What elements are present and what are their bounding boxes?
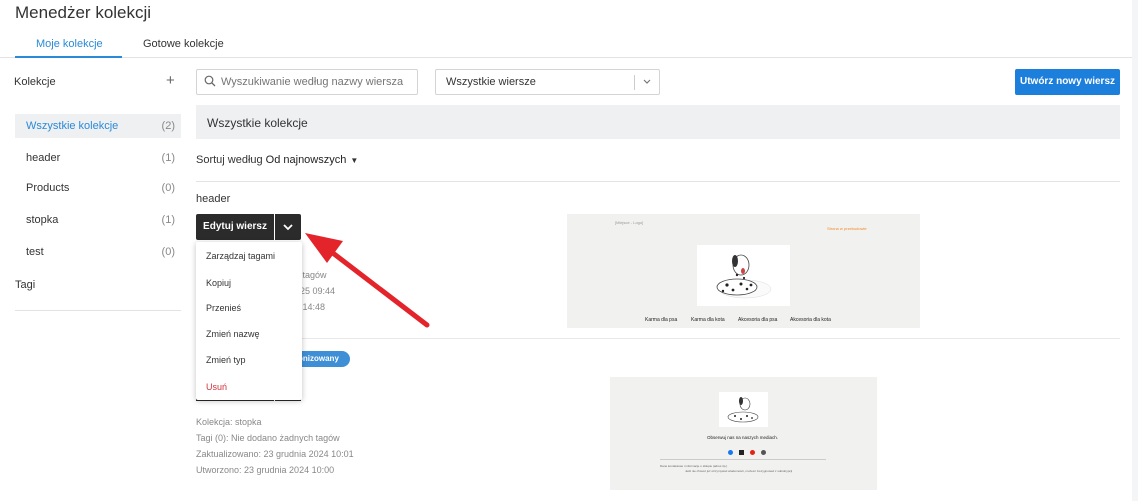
- chevron-down-icon: [643, 79, 651, 84]
- preview-nav-item: Karma dla kota: [691, 317, 725, 323]
- sort-label: Sortuj według: [196, 154, 263, 166]
- sidebar-item-wszystkie[interactable]: Wszystkie kolekcje (2): [15, 114, 181, 138]
- sidebar-item-label: header: [26, 152, 61, 164]
- sidebar-item-stopka[interactable]: stopka (1): [15, 208, 181, 232]
- sidebar-item-label: stopka: [26, 214, 59, 226]
- sort-value[interactable]: Od najnowszych: [266, 154, 347, 166]
- active-tab-indicator: [15, 56, 122, 58]
- youtube-icon: [750, 450, 755, 455]
- preview-divider: [660, 459, 826, 460]
- create-row-button[interactable]: Utwórz nowy wiersz: [1015, 69, 1120, 95]
- dalmatian-image: [697, 245, 790, 306]
- search-input[interactable]: [221, 74, 413, 90]
- page-title: Menedżer kolekcji: [15, 3, 152, 22]
- tab-bar: Moje kolekcje Gotowe kolekcje: [0, 34, 1132, 58]
- row-meta-tags: Tagi (0): Nie dodano żadnych tagów: [196, 433, 340, 443]
- preview-nav-item: Akcesoria dla kota: [790, 317, 831, 323]
- select-separator: [634, 75, 635, 90]
- sidebar-item-count: (0): [161, 182, 175, 194]
- preview-nav-item: Akcesoria dla psa: [738, 317, 778, 323]
- sidebar-item-header[interactable]: header (1): [15, 146, 181, 170]
- preview-footer-contact: Dane kontaktowe i informacje o sklepie (…: [660, 464, 728, 468]
- sidebar-item-products[interactable]: Products (0): [15, 176, 181, 200]
- main-panel: Menedżer kolekcji Moje kolekcje Gotowe k…: [0, 0, 1132, 501]
- instagram-icon: [761, 450, 766, 455]
- search-icon: [204, 75, 216, 87]
- collection-header-title: Wszystkie kolekcje: [207, 116, 308, 130]
- sidebar-item-label: test: [26, 246, 44, 258]
- row-meta-collection: Kolekcja: stopka: [196, 417, 262, 427]
- row-title: header: [196, 193, 231, 205]
- divider: [196, 181, 1120, 182]
- sidebar-item-count: (0): [161, 246, 175, 258]
- row-meta-created: Utworzono: 23 grudnia 2024 10:00: [196, 465, 335, 475]
- tab-moje-kolekcje[interactable]: Moje kolekcje: [36, 38, 103, 50]
- menu-item-rename[interactable]: Zmień nazwę: [206, 329, 260, 339]
- menu-item-move[interactable]: Przenieś: [206, 303, 241, 313]
- menu-item-copy[interactable]: Kopiuj: [206, 278, 231, 288]
- sidebar-item-count: (2): [161, 120, 175, 132]
- chevron-down-icon: [283, 224, 293, 231]
- menu-item-manage-tags[interactable]: Zarządzaj tagami: [206, 251, 275, 261]
- sidebar-item-test[interactable]: test (0): [15, 240, 181, 264]
- sidebar-item-count: (1): [161, 152, 175, 164]
- preview-footer-unsubscribe: Jeśli nie chcesz już otrzymywać wiadomoś…: [685, 469, 793, 473]
- collection-header: Wszystkie kolekcje: [196, 105, 1120, 139]
- sidebar-divider: [15, 310, 181, 311]
- x-icon: [739, 450, 744, 455]
- edit-row-button[interactable]: Edytuj wiersz: [196, 214, 274, 240]
- row-meta-updated: Zaktualizowano: 23 grudnia 2024 10:01: [196, 449, 354, 459]
- sidebar-item-label: Wszystkie kolekcje: [26, 120, 119, 132]
- plus-icon[interactable]: +: [166, 72, 175, 89]
- sidebar-item-count: (1): [161, 214, 175, 226]
- divider: [196, 338, 1120, 339]
- preview-logo-text: [Miejsce - Logo]: [615, 220, 644, 225]
- preview-nav-item: Karma dla psa: [645, 317, 678, 323]
- menu-item-delete[interactable]: Usuń: [206, 382, 227, 392]
- edit-row-menu-toggle[interactable]: [275, 214, 301, 240]
- sidebar-title: Kolekcje: [14, 76, 56, 88]
- search-box[interactable]: [196, 69, 418, 95]
- row-preview-header[interactable]: [Miejsce - Logo] Strona w przebudowie Ka…: [567, 214, 920, 328]
- caret-down-icon: ▼: [350, 156, 359, 165]
- tab-gotowe-kolekcje[interactable]: Gotowe kolekcje: [143, 38, 224, 50]
- sort-control[interactable]: Sortuj według Od najnowszych ▼: [196, 154, 358, 166]
- row-filter-value: Wszystkie wiersze: [446, 76, 536, 88]
- row-filter-select[interactable]: Wszystkie wiersze: [435, 69, 660, 95]
- row-preview-stopka[interactable]: Obserwuj nas na naszych mediach. Dane ko…: [610, 377, 877, 490]
- menu-item-change-type[interactable]: Zmień typ: [206, 355, 246, 365]
- preview-top-link: Strona w przebudowie: [827, 226, 867, 231]
- row-actions-menu: Zarządzaj tagami Kopiuj Przenieś Zmień n…: [196, 242, 302, 400]
- facebook-icon: [728, 450, 733, 455]
- sidebar-tags-section[interactable]: Tagi: [15, 279, 35, 291]
- preview-footer-heading: Obserwuj nas na naszych mediach.: [707, 435, 779, 440]
- sidebar-item-label: Products: [26, 182, 70, 194]
- dalmatian-image: [719, 392, 768, 427]
- annotation-arrow-icon: [305, 233, 430, 328]
